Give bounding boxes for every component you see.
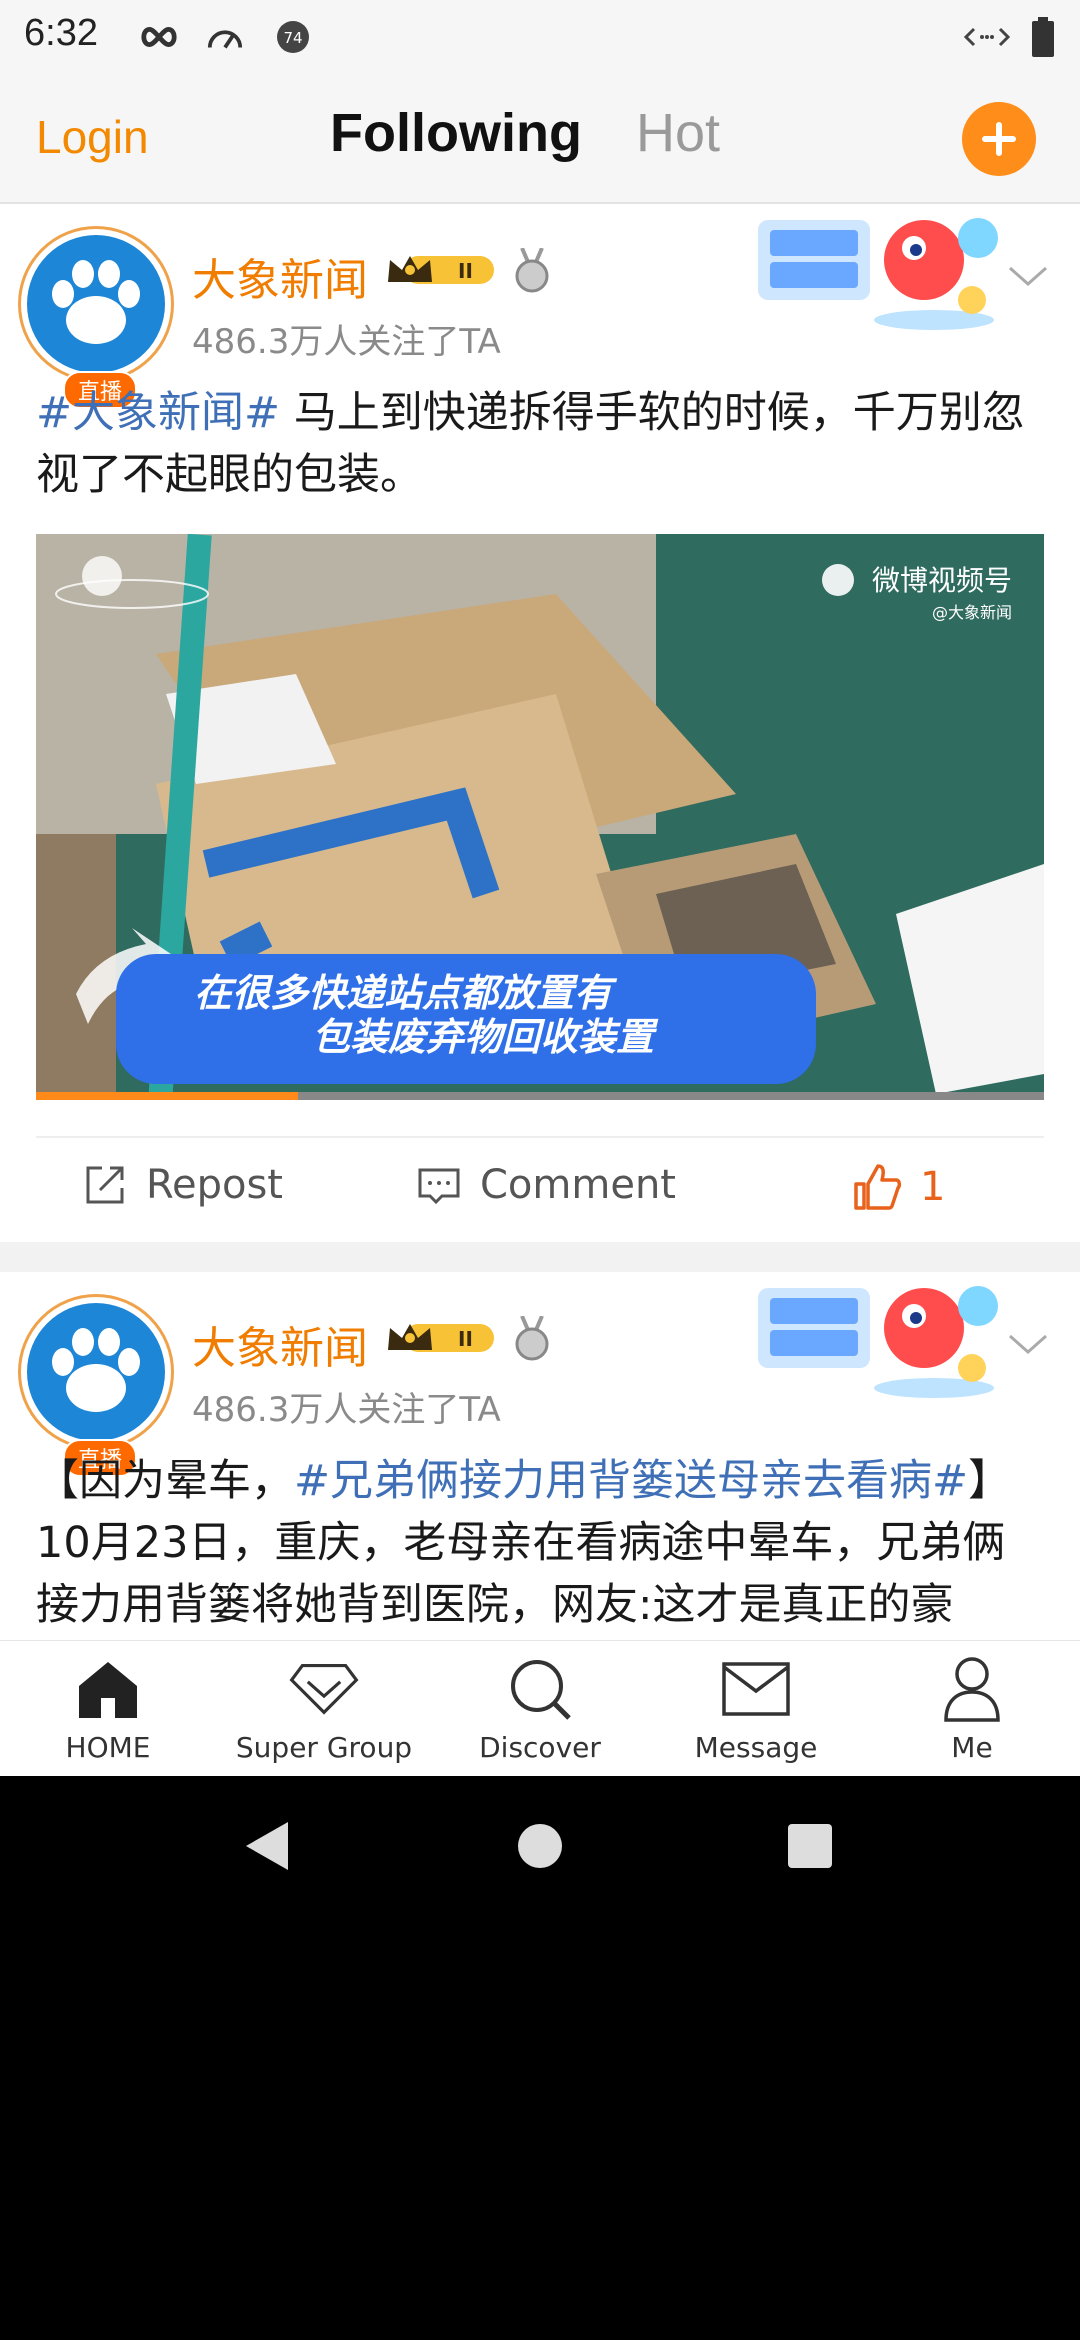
avatar[interactable]: 直播 xyxy=(18,226,174,409)
chevron-down-icon[interactable] xyxy=(1008,262,1048,292)
watermark-text: 微博视频号 xyxy=(872,564,1012,597)
follower-count: 486.3万人关注了TA xyxy=(192,1390,501,1430)
video-frame-image: 微博视频号 @大象新闻 在很多快递站点都放置有 包装废弃物回收装置 xyxy=(36,534,1044,1100)
comment-icon xyxy=(418,1168,460,1205)
paw-logo-icon xyxy=(27,1303,165,1441)
code-arrows-icon xyxy=(964,18,1010,56)
post-prefix: 【因为晕车， xyxy=(36,1456,294,1506)
watermark-handle: @大象新闻 xyxy=(932,603,1012,622)
post-text[interactable]: #大象新闻# 马上到快递拆得手软的时候，千万别忽视了不起眼的包装。 xyxy=(36,382,1046,506)
repost-button[interactable]: Repost xyxy=(82,1162,283,1208)
nav-home[interactable]: HOME xyxy=(0,1641,216,1776)
tab-hot[interactable]: Hot xyxy=(636,102,720,164)
home-button[interactable] xyxy=(516,1822,564,1874)
video-caption-line2: 包装废弃物回收装置 xyxy=(312,1015,659,1059)
follower-count: 486.3万人关注了TA xyxy=(192,322,501,362)
nav-message[interactable]: Message xyxy=(648,1641,864,1776)
status-bar: 6:32 74 xyxy=(0,0,1080,72)
login-link[interactable]: Login xyxy=(36,110,149,164)
back-icon xyxy=(246,1822,288,1870)
nav-home-label: HOME xyxy=(65,1731,151,1764)
like-count: 1 xyxy=(920,1164,946,1210)
film-critic-badge-icon xyxy=(756,210,1002,330)
post-text[interactable]: 【因为晕车，#兄弟俩接力用背篓送母亲去看病#】10月23日，重庆，老母亲在看病途… xyxy=(36,1450,1046,1636)
thumbs-up-icon xyxy=(854,1164,902,1210)
tab-following-label: Following xyxy=(330,103,582,163)
hashtag-link[interactable]: #兄弟俩接力用背篓送母亲去看病# xyxy=(294,1456,968,1506)
paw-logo-icon xyxy=(27,235,165,373)
video-caption-line1: 在很多快递站点都放置有 xyxy=(194,971,618,1015)
medal-icon xyxy=(512,1315,552,1362)
nav-me-label: Me xyxy=(951,1731,993,1764)
film-critic-badge-icon xyxy=(756,1278,1002,1398)
nav-discover-label: Discover xyxy=(479,1731,601,1764)
envelope-icon xyxy=(720,1653,792,1725)
comment-label: Comment xyxy=(480,1162,676,1208)
avatar[interactable]: 直播 xyxy=(18,1294,174,1477)
chevron-down-icon[interactable] xyxy=(1008,1330,1048,1360)
feed[interactable]: 直播 大象新闻 II 486.3万人关注了TA #大象新闻# 马上到快递拆得手软… xyxy=(0,204,1080,1640)
vip-crown-icon: II xyxy=(384,250,498,290)
post-card[interactable]: 直播 大象新闻 II 486.3万人关注了TA xyxy=(0,1272,1080,1640)
tab-following[interactable]: Following xyxy=(328,102,586,168)
home-icon xyxy=(72,1653,144,1725)
search-icon xyxy=(504,1653,576,1725)
repost-label: Repost xyxy=(146,1162,283,1208)
bottom-navigation: HOME Super Group Discover Message Me xyxy=(0,1640,1080,1776)
notification-74-icon: 74 xyxy=(274,18,312,56)
comment-button[interactable]: Comment xyxy=(416,1162,676,1208)
nav-super-group-label: Super Group xyxy=(235,1731,413,1764)
video-player[interactable]: 微博视频号 @大象新闻 在很多快递站点都放置有 包装废弃物回收装置 xyxy=(36,534,1044,1100)
vip-level: II xyxy=(458,1327,473,1351)
compose-button[interactable] xyxy=(962,102,1036,176)
nav-super-group[interactable]: Super Group xyxy=(216,1641,432,1776)
status-time: 6:32 xyxy=(24,12,98,54)
post-card[interactable]: 直播 大象新闻 II 486.3万人关注了TA xyxy=(0,204,1080,1242)
recents-button[interactable] xyxy=(786,1822,834,1874)
nav-me[interactable]: Me xyxy=(864,1641,1080,1776)
post-actions: Repost Comment 1 xyxy=(0,1140,1080,1246)
infinity-icon xyxy=(140,18,178,56)
nav-discover[interactable]: Discover xyxy=(432,1641,648,1776)
medal-icon xyxy=(512,247,552,294)
person-icon xyxy=(936,1653,1008,1725)
battery-icon xyxy=(1028,17,1058,57)
top-navigation: Login Following Hot xyxy=(0,72,1080,204)
plus-icon xyxy=(982,122,1016,156)
nav-message-label: Message xyxy=(694,1731,818,1764)
square-recents-icon xyxy=(788,1824,832,1868)
notification-count: 74 xyxy=(283,29,302,47)
vip-crown-icon: II xyxy=(384,1318,498,1358)
vip-level: II xyxy=(458,259,473,283)
weibo-app: 6:32 74 Login Following Hot 直播 大象新闻 II 4… xyxy=(0,0,1080,1776)
circle-home-icon xyxy=(518,1824,562,1868)
username[interactable]: 大象新闻 xyxy=(192,244,368,308)
divider xyxy=(36,1136,1044,1138)
hashtag-link[interactable]: #大象新闻# xyxy=(36,388,280,438)
video-progress-fill xyxy=(36,1092,299,1100)
speedometer-icon xyxy=(206,18,244,56)
like-button[interactable]: 1 xyxy=(852,1162,945,1212)
diamond-icon xyxy=(288,1653,360,1725)
system-navigation xyxy=(0,1776,1080,1916)
repost-icon xyxy=(86,1166,124,1204)
back-button[interactable] xyxy=(242,1820,292,1876)
username[interactable]: 大象新闻 xyxy=(192,1312,368,1376)
